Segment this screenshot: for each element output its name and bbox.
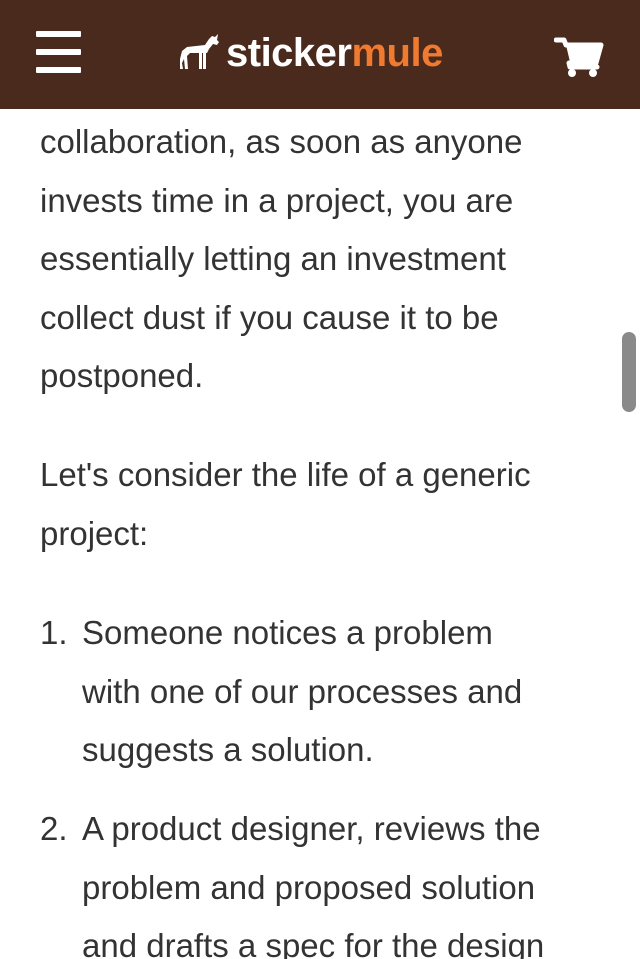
article-body: collaboration, as soon as anyone invests… [0,109,640,959]
top-navigation-bar: stickermule [0,0,640,109]
text-line: essentially letting an investment [40,240,506,277]
text-line: invests time in a project, you are [40,181,514,219]
text-line: collect dust if you cause it to be [40,298,499,336]
logo-word-sticker: sticker [226,31,352,75]
menu-bar-bottom [36,67,81,73]
paragraph-life-of-project: Let's consider the life of a generic pro… [40,446,625,563]
text-line: and drafts a spec for the design [82,927,545,959]
text-line: project: [40,514,149,552]
logo-word-mule: mule [351,31,443,75]
text-line: postponed. [40,357,204,394]
app-root: stickermule collaboration, as soon as an… [0,0,640,959]
paragraph-collaboration: collaboration, as soon as anyone invests… [40,113,625,406]
hamburger-menu-icon[interactable] [36,31,81,73]
mule-icon [180,34,219,69]
text-line: collaboration, as soon as anyone [40,123,523,160]
list-item-number: 1. [40,614,68,651]
stickermule-logo[interactable]: stickermule [178,28,443,78]
text-line: suggests a solution. [82,731,374,768]
vertical-scrollbar-thumb[interactable] [622,332,636,412]
cart-glyph [553,37,604,77]
shopping-cart-icon[interactable] [553,36,604,78]
list-item-text: A product designer, reviews the problem … [82,800,640,959]
menu-bar-top [36,31,81,37]
text-line: problem and proposed solution [82,868,536,906]
logo-wordmark: stickermule [226,28,443,78]
text-line: Someone notices a problem [82,614,493,651]
list-item-text: Someone notices a problem with one of ou… [82,604,640,780]
text-line: Let's consider the life of a generic [40,456,531,493]
menu-bar-middle [36,49,81,55]
list-item-number: 2. [40,810,68,847]
text-line: with one of our processes and [82,672,523,710]
text-line: A product designer, reviews the [82,810,541,847]
